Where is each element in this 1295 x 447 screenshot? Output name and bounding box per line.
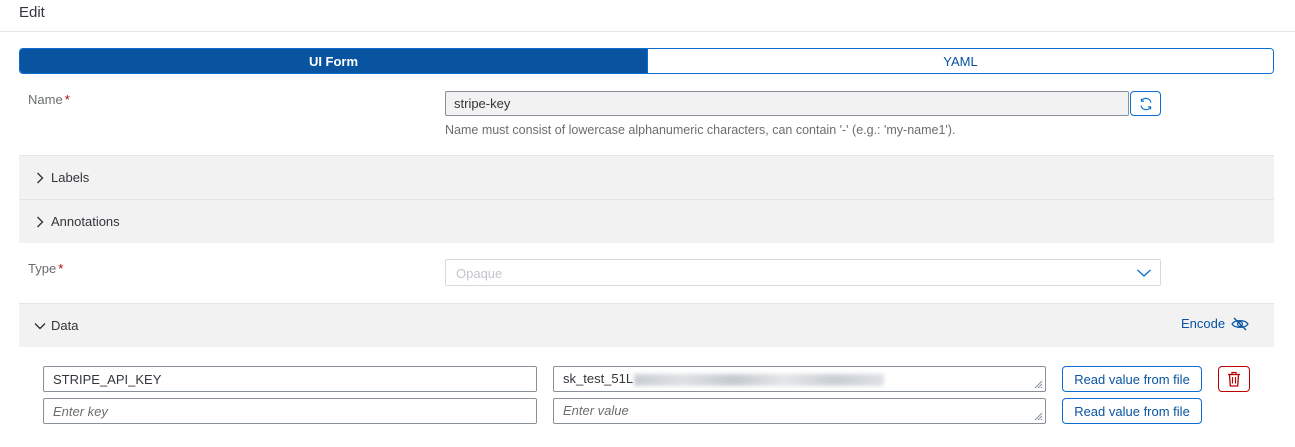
type-label: Type * [28, 261, 63, 276]
trash-icon [1228, 371, 1240, 387]
tab-ui-form[interactable]: UI Form [20, 49, 647, 73]
hide-eye-icon [1231, 317, 1249, 330]
resize-grip-icon[interactable] [1033, 411, 1043, 421]
dialog-header: Edit [0, 0, 1295, 32]
data-panel-title: Data [51, 318, 79, 333]
required-mark: * [58, 261, 64, 276]
data-panel-header[interactable]: Data [19, 303, 1274, 347]
tab-yaml[interactable]: YAML [647, 49, 1273, 73]
type-select[interactable]: Opaque [445, 259, 1161, 286]
name-hint: Name must consist of lowercase alphanume… [445, 123, 956, 137]
chevron-right-icon [33, 216, 47, 228]
delete-row-button[interactable] [1218, 366, 1250, 392]
encode-label: Encode [1181, 316, 1226, 331]
name-input[interactable] [445, 91, 1129, 116]
chevron-down-icon [33, 322, 47, 330]
data-key-input[interactable] [43, 366, 537, 392]
dialog-title: Edit [19, 4, 45, 21]
refresh-icon [1139, 97, 1152, 110]
annotations-panel-title: Annotations [51, 214, 120, 229]
type-label-text: Type [28, 261, 57, 276]
labels-panel-header[interactable]: Labels [19, 155, 1274, 199]
type-select-value: Opaque [456, 266, 503, 281]
chevron-down-icon[interactable] [1136, 266, 1152, 282]
new-key-input[interactable] [43, 398, 537, 424]
labels-panel-title: Labels [51, 170, 90, 185]
data-value-text: sk_test_51L [563, 371, 634, 386]
encode-toggle-button[interactable]: Encode [1181, 316, 1249, 331]
read-value-from-file-button[interactable]: Read value from file [1062, 366, 1202, 392]
new-value-placeholder: Enter value [563, 403, 629, 418]
data-value-textarea[interactable]: sk_test_51L [553, 366, 1046, 392]
read-value-from-file-button[interactable]: Read value from file [1062, 398, 1202, 424]
obscured-value [634, 373, 885, 386]
name-label-text: Name [28, 92, 63, 107]
name-label: Name * [28, 92, 70, 107]
regenerate-name-button[interactable] [1130, 91, 1161, 116]
resize-grip-icon[interactable] [1033, 379, 1043, 389]
annotations-panel-header[interactable]: Annotations [19, 199, 1274, 243]
mode-tabs: UI Form YAML [19, 48, 1274, 74]
new-value-textarea[interactable]: Enter value [553, 398, 1046, 424]
chevron-right-icon [33, 172, 47, 184]
required-mark: * [64, 92, 70, 107]
